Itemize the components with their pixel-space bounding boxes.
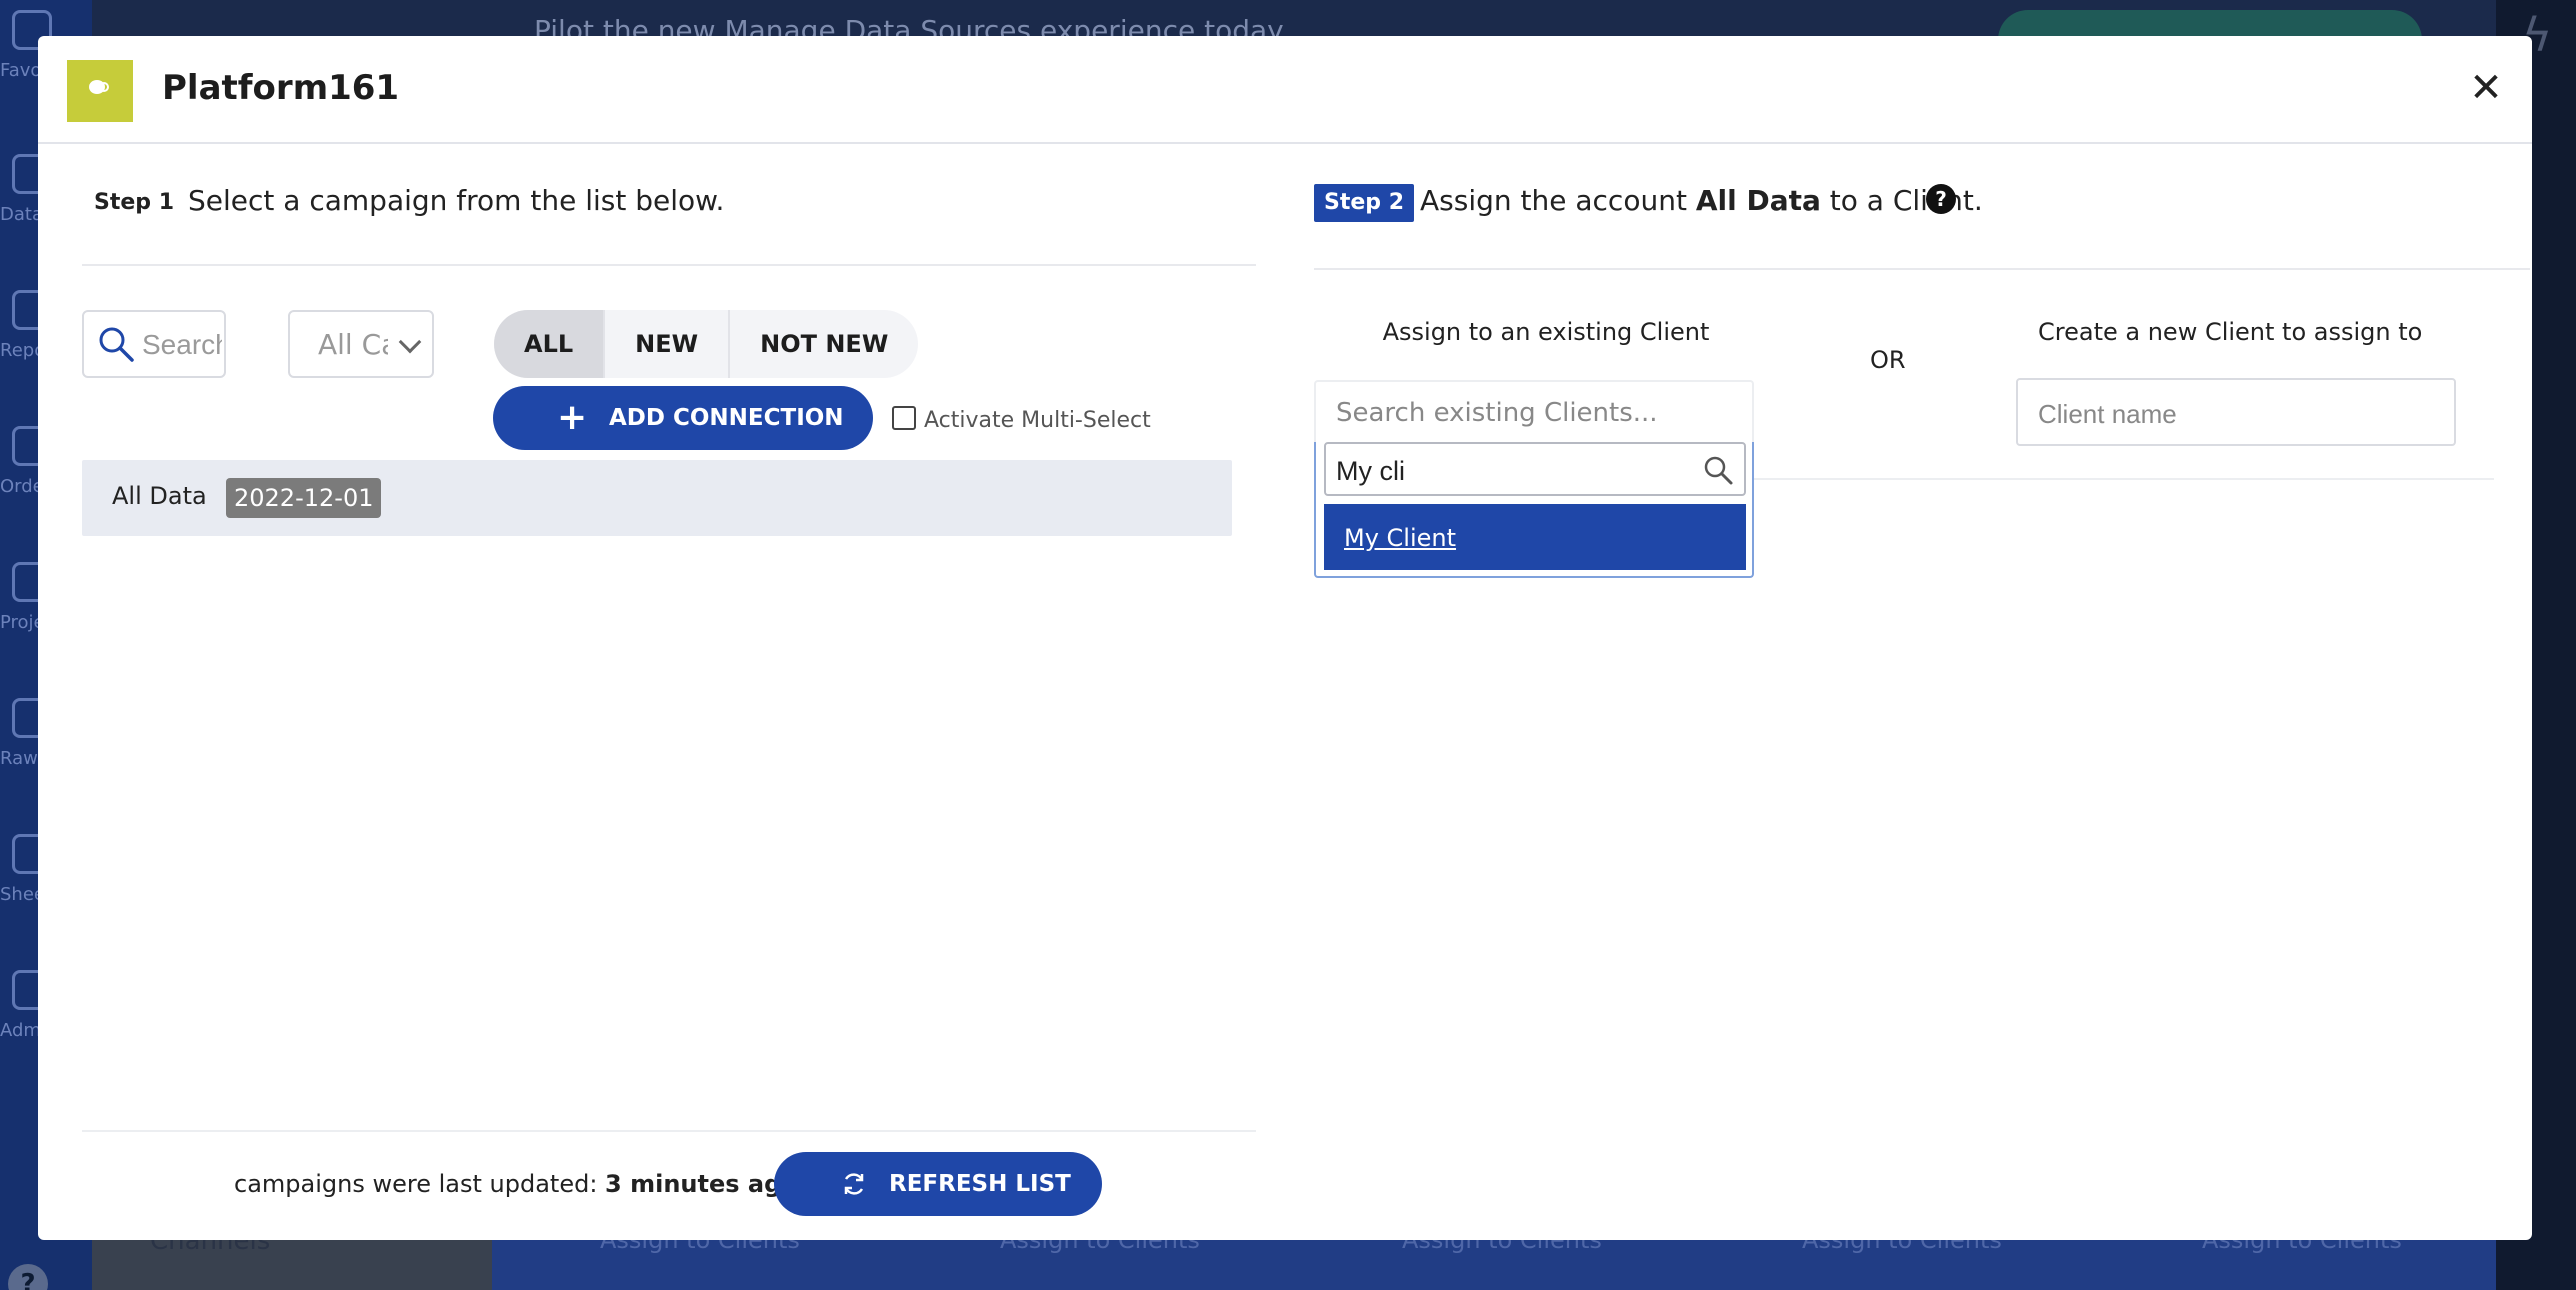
logo-mark [99,82,109,92]
refresh-list-label: REFRESH LIST [889,1171,1071,1197]
chevron-down-icon [398,330,422,354]
campaign-category-select[interactable]: All Campaigns [288,310,434,378]
assign-existing-label: Assign to an existing Client [1382,318,1710,346]
client-option[interactable]: My Client [1324,504,1746,570]
step2-label: Step 2 [1314,184,1414,222]
client-name-field[interactable] [2016,378,2456,446]
step2-instruction: Assign the account All Data to a Client. [1420,184,1983,217]
client-search-input[interactable] [1336,454,1696,488]
filter-not-new[interactable]: NOT NEW [728,310,918,378]
create-new-label: Create a new Client to assign to [2038,318,2423,346]
refresh-list-button[interactable]: REFRESH LIST [774,1152,1102,1216]
plus-icon: + [557,397,588,438]
last-updated-prefix: campaigns were last updated: [234,1170,598,1198]
campaign-search[interactable] [82,310,226,378]
or-label: OR [1870,346,1906,374]
last-updated-value: 3 minutes ago [605,1170,798,1198]
top-banner: Pilot the new Manage Data Sources experi… [92,0,2576,70]
filter-tabs: ALL NEW NOT NEW [494,310,919,378]
connection-modal: Platform161 ✕ Step 1 Select a campaign f… [38,36,2532,1240]
existing-client-placeholder: Search existing Clients... [1336,398,1658,428]
existing-client-select[interactable]: Search existing Clients... My Client [1314,380,1754,616]
step2-instruction-suffix: to a Client. [1829,184,1983,217]
campaign-date-badge: 2022-12-01 [226,478,382,518]
search-icon [1704,456,1733,485]
sidebar-item-label: Raw [0,748,38,769]
modal-header: Platform161 ✕ [38,36,2532,144]
divider [1314,268,2530,270]
client-option-label: My Client [1344,524,1457,552]
platform-logo [67,60,133,122]
multi-select-checkbox[interactable] [892,406,916,430]
account-name: All Data [1695,184,1821,217]
client-search-field[interactable] [1324,442,1746,496]
filter-new[interactable]: NEW [603,310,728,378]
close-icon[interactable]: ✕ [2466,68,2506,108]
last-updated-text: campaigns were last updated: 3 minutes a… [234,1170,798,1198]
step2-instruction-prefix: Assign the account [1420,184,1687,217]
divider [82,264,1256,266]
campaign-category-value: All Campaigns [318,328,388,361]
sidebar-item-label: Data [0,204,43,225]
add-connection-label: ADD CONNECTION [609,405,844,431]
add-connection-button[interactable]: + ADD CONNECTION [493,386,873,450]
step1-instruction: Select a campaign from the list below. [188,184,725,217]
multi-select-label: Activate Multi-Select [924,408,1151,433]
sidebar-item-label: Adm [0,1020,41,1041]
filter-all[interactable]: ALL [494,310,604,378]
step1-label: Step 1 [94,190,174,215]
search-icon [99,327,134,362]
client-dropdown-panel: My Client [1314,442,1754,578]
refresh-icon [844,1173,864,1195]
existing-client-select-header[interactable]: Search existing Clients... [1314,380,1754,442]
campaign-name: All Data [112,482,207,510]
modal-title: Platform161 [162,68,400,108]
divider [82,1130,1256,1132]
client-name-input[interactable] [2038,394,2438,434]
campaign-search-input[interactable] [142,326,222,364]
help-icon[interactable]: ? [1926,184,1956,214]
campaign-row[interactable]: All Data 2022-12-01 [82,460,1232,536]
